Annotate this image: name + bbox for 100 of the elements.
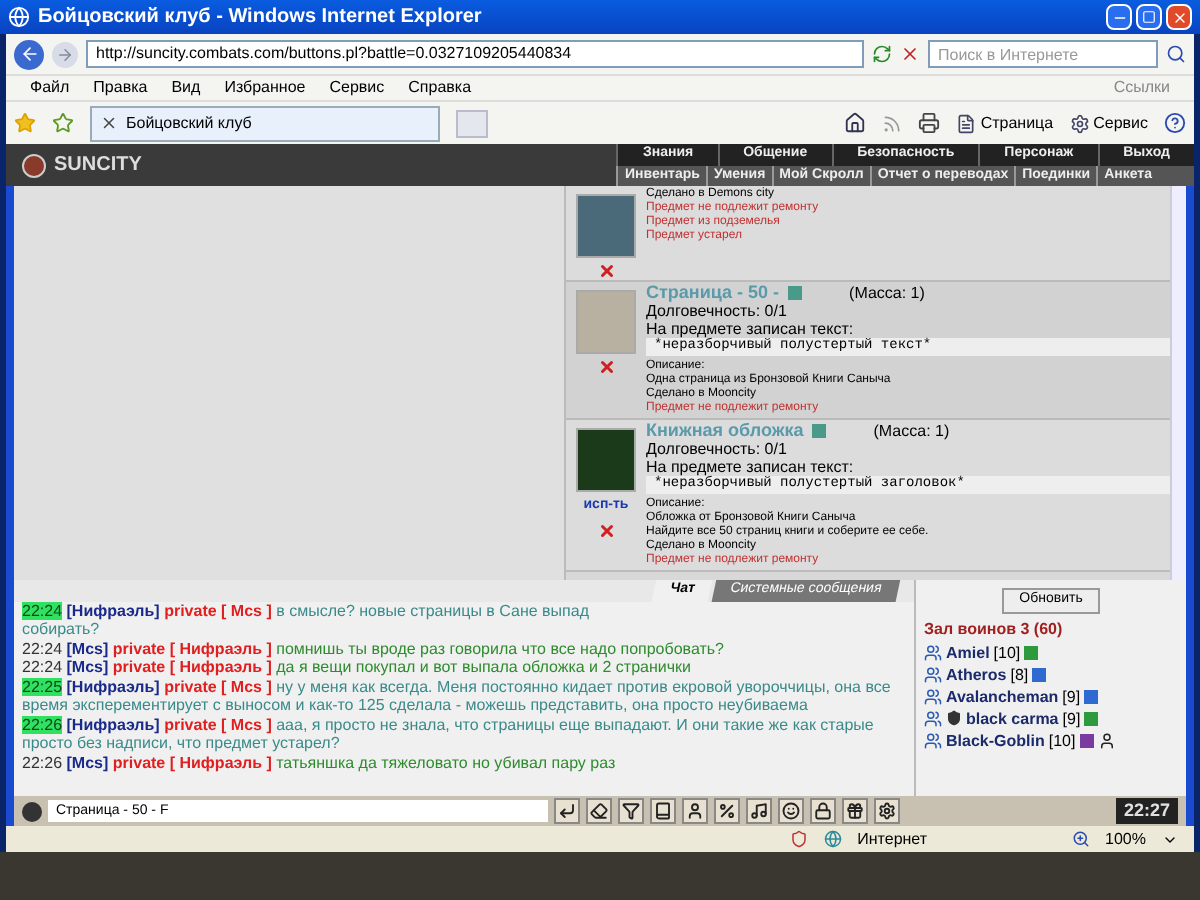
chat-message: 22:26 [Mcs] private [ Нифраэль ] татьяншка да тяжеловато но убивал пару раз	[22, 753, 618, 772]
item-durability: Долговечность: 0/1	[646, 302, 789, 320]
person-icon	[686, 802, 704, 820]
player-level: [10]	[1048, 729, 1076, 751]
toolbar-button[interactable]	[586, 798, 612, 824]
help-icon[interactable]	[1164, 112, 1186, 134]
chat-message: 22:24 [Mcs] private [ Нифраэль ] да я вещи покупал и вот выпала обложка и 2 странички	[22, 658, 693, 677]
add-favorite-icon[interactable]	[52, 112, 74, 134]
back-button[interactable]	[14, 39, 44, 69]
eraser-icon	[590, 802, 608, 820]
toolbar-button[interactable]	[554, 798, 580, 824]
info-icon[interactable]	[1032, 667, 1047, 681]
page-icon[interactable]	[956, 113, 977, 133]
item-picture	[576, 194, 636, 258]
menu-item[interactable]: Вид	[171, 76, 201, 100]
toolbar-button[interactable]	[650, 798, 676, 824]
player-name[interactable]: Black-Goblin	[946, 729, 1045, 751]
tab-title: Бойцовский клуб	[126, 111, 252, 135]
home-icon[interactable]	[844, 112, 867, 134]
player-level: [9]	[1062, 707, 1081, 729]
menu-item[interactable]: Файл	[30, 76, 70, 100]
zoom-icon[interactable]	[1071, 830, 1090, 848]
privacy-icon[interactable]	[789, 830, 808, 848]
filter-icon	[622, 802, 640, 820]
item-durability: Долговечность: 0/1	[646, 440, 789, 458]
toolbar-button[interactable]	[778, 798, 804, 824]
text-label: На предмете записан текст:	[646, 320, 856, 338]
delete-icon[interactable]	[597, 521, 615, 539]
private-message-icon[interactable]	[924, 665, 942, 683]
clock: 22:27	[1115, 797, 1178, 825]
private-message-icon[interactable]	[924, 643, 942, 661]
favorites-star-icon[interactable]	[14, 112, 36, 134]
player-name[interactable]: Avalancheman	[946, 685, 1059, 707]
clan-shield-icon	[946, 710, 962, 726]
item-mass: (Масса: 1)	[849, 284, 925, 302]
chat-message: 22:24 [Mcs] private [ Нифраэль ] помнишь ты вроде раз говорила что все надо попробовать?	[22, 639, 727, 658]
menu-item[interactable]: Избранное	[224, 76, 306, 100]
zone-text: Интернет	[857, 827, 928, 851]
chat-message: 22:24 [Нифраэль] private [ Mcs ] в смысле? новые страницы в Сане выпад собирать?	[22, 601, 591, 639]
zoom-level[interactable]: 100%	[1105, 827, 1146, 851]
info-icon[interactable]	[1079, 733, 1094, 747]
toolbar-button[interactable]	[842, 798, 868, 824]
stop-icon[interactable]	[900, 44, 920, 64]
command-button[interactable]: Сервис	[1093, 111, 1148, 135]
logo-emblem-icon	[22, 153, 46, 177]
back-arrow-icon	[19, 44, 39, 64]
toolbar-button[interactable]	[682, 798, 708, 824]
gift-icon	[846, 802, 864, 820]
private-message-icon[interactable]	[924, 731, 942, 749]
close-button[interactable]	[1166, 4, 1192, 30]
refresh-icon[interactable]	[872, 44, 892, 64]
info-icon[interactable]	[1084, 711, 1099, 725]
settings-icon[interactable]	[1069, 113, 1090, 133]
search-icon[interactable]	[1166, 44, 1186, 64]
lock-icon	[814, 802, 832, 820]
player-name[interactable]: Atheros	[946, 663, 1007, 685]
delete-icon[interactable]	[597, 358, 615, 376]
item-mass: (Масса: 1)	[873, 422, 950, 440]
item-picture	[576, 428, 636, 492]
player-name[interactable]: black carma	[966, 707, 1059, 729]
hall-title: Зал воинов 3 (60)	[924, 617, 1063, 641]
logo-text: SUNCITY	[54, 152, 142, 180]
feed-icon[interactable]	[882, 113, 903, 133]
private-message-icon[interactable]	[924, 687, 942, 705]
toolbar-button[interactable]	[810, 798, 836, 824]
player-level: [8]	[1010, 663, 1029, 685]
toolbar-button[interactable]	[746, 798, 772, 824]
internet-zone-icon	[823, 830, 842, 848]
search-field[interactable]: Поиск в Интернете	[928, 40, 1158, 68]
close-icon	[1171, 9, 1187, 25]
delete-icon[interactable]	[597, 262, 615, 280]
player-level: [10]	[993, 641, 1021, 663]
book-icon	[654, 802, 672, 820]
browser-logo-icon	[8, 6, 30, 28]
maximize-button[interactable]	[1136, 4, 1162, 30]
item-picture	[576, 290, 636, 354]
menu-item[interactable]: Справка	[408, 76, 472, 100]
toolbar-button[interactable]	[618, 798, 644, 824]
browser-tab[interactable]: Бойцовский клуб	[90, 105, 440, 141]
percent-icon	[718, 802, 736, 820]
address-field[interactable]: http://suncity.combats.com/buttons.pl?battle=0.0327109205440834	[86, 40, 864, 68]
private-message-icon[interactable]	[924, 709, 942, 727]
command-button[interactable]: Страница	[980, 111, 1054, 135]
menu-item[interactable]: Сервис	[329, 76, 385, 100]
maximize-icon	[1142, 10, 1156, 24]
toolbar-button[interactable]	[874, 798, 900, 824]
player-name[interactable]: Amiel	[946, 641, 990, 663]
scrollbar[interactable]	[1170, 186, 1186, 580]
print-icon[interactable]	[918, 112, 941, 134]
info-icon[interactable]	[1024, 645, 1039, 659]
menu-item[interactable]: Правка	[93, 76, 148, 100]
smile-icon	[782, 802, 800, 820]
toolbar-button[interactable]	[714, 798, 740, 824]
chat-message: 22:26 [Нифраэль] private [ Mcs ] ааа, я просто не знала, что страницы еще выпадают. И они такие же как старые просто без надписи, что предмет устарел?	[22, 715, 876, 753]
player-level: [9]	[1062, 685, 1081, 707]
head-icon[interactable]	[22, 801, 42, 821]
text-label: На предмете записан текст:	[646, 458, 856, 476]
minimize-button[interactable]	[1106, 4, 1132, 30]
music-icon	[750, 802, 768, 820]
info-icon[interactable]	[1084, 689, 1099, 703]
